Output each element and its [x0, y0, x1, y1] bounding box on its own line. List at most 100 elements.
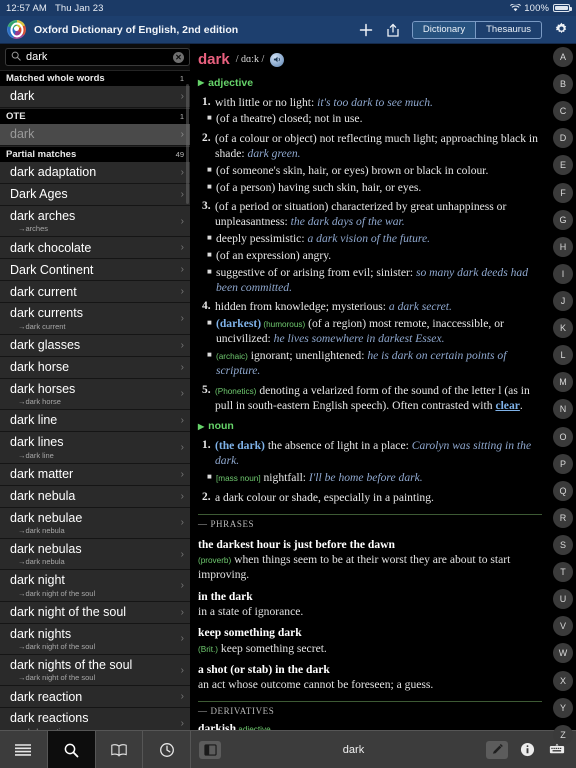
- current-word-label: dark: [342, 743, 365, 756]
- list-item-crossref: dark night of the soul: [10, 589, 177, 598]
- sense: 5. (Phonetics) denoting a velarized form…: [198, 383, 542, 414]
- list-item[interactable]: dark nights of the souldark night of the…: [0, 655, 190, 687]
- alpha-index-o[interactable]: O: [553, 426, 573, 447]
- alphabet-index-rail[interactable]: ABCDEFGHIJKLMNOPQRSTUVWXYZ: [550, 44, 576, 748]
- alpha-index-y[interactable]: Y: [553, 697, 573, 718]
- alpha-index-l[interactable]: L: [553, 345, 573, 366]
- list-item[interactable]: dark nightdark night of the soul›: [0, 570, 190, 602]
- list-item[interactable]: dark horse ›: [0, 356, 190, 379]
- sense-body: hidden from knowledge; mysterious: a dar…: [215, 299, 542, 314]
- alpha-index-h[interactable]: H: [553, 236, 573, 257]
- alpha-index-a[interactable]: A: [553, 47, 573, 67]
- disclosure-triangle-icon[interactable]: ▶: [198, 78, 204, 89]
- list-item-text: dark night of the soul: [10, 605, 177, 619]
- pencil-icon[interactable]: [486, 740, 508, 759]
- tab-dictionary[interactable]: Dictionary: [412, 21, 476, 38]
- cross-reference-link[interactable]: clear: [495, 399, 519, 412]
- tab-thesaurus[interactable]: Thesaurus: [475, 21, 541, 38]
- list-item[interactable]: dark currentsdark current›: [0, 303, 190, 335]
- mode-segmented-control[interactable]: Dictionary Thesaurus: [411, 20, 542, 39]
- list-item[interactable]: dark nebula ›: [0, 485, 190, 508]
- list-item[interactable]: dark reaction ›: [0, 686, 190, 709]
- sense: 1. with little or no light: it's too dark…: [198, 95, 542, 110]
- list-item[interactable]: dark horsesdark horse›: [0, 378, 190, 411]
- bottom-tab-book[interactable]: [96, 731, 144, 768]
- list-item[interactable]: dark linesdark line›: [0, 432, 190, 464]
- alpha-index-m[interactable]: M: [553, 372, 573, 393]
- list-item[interactable]: dark nebulaedark nebula›: [0, 507, 190, 539]
- phrase-entry: a shot (or stab) in the dark an act whose…: [198, 662, 542, 693]
- speaker-icon[interactable]: [270, 52, 285, 67]
- alpha-index-k[interactable]: K: [553, 318, 573, 339]
- alpha-index-d[interactable]: D: [553, 128, 573, 149]
- bottom-tab-search[interactable]: [47, 731, 96, 768]
- list-item[interactable]: dark chocolate ›: [0, 237, 190, 260]
- alpha-index-z[interactable]: Z: [553, 724, 573, 745]
- disclosure-triangle-icon[interactable]: ▶: [198, 422, 204, 433]
- sidebar-scrollbar[interactable]: [186, 84, 189, 204]
- alpha-index-e[interactable]: E: [553, 155, 573, 176]
- list-item[interactable]: dark ›: [0, 124, 190, 146]
- bottom-tab-history[interactable]: [143, 731, 190, 768]
- list-item-word: Dark Continent: [10, 262, 94, 277]
- share-icon[interactable]: [385, 22, 401, 38]
- subsense-text: (of someone's skin, hair, or eyes) brown…: [216, 163, 489, 177]
- list-item[interactable]: dark night of the soul ›: [0, 601, 190, 624]
- alpha-index-p[interactable]: P: [553, 453, 573, 474]
- clear-icon[interactable]: ✕: [173, 51, 184, 63]
- app-root: 12:57 AM Thu Jan 23 100% Oxford Dictiona…: [0, 0, 576, 768]
- list-item-text: dark chocolate: [10, 241, 177, 255]
- list-item[interactable]: dark ›: [0, 86, 190, 108]
- alpha-index-t[interactable]: T: [553, 562, 573, 583]
- alpha-index-c[interactable]: C: [553, 101, 573, 122]
- list-item[interactable]: Dark Ages ›: [0, 184, 190, 206]
- list-item[interactable]: dark archesarches›: [0, 206, 190, 238]
- alpha-index-w[interactable]: W: [553, 643, 573, 664]
- alpha-index-j[interactable]: J: [553, 290, 573, 311]
- list-item[interactable]: dark nebulasdark nebula›: [0, 538, 190, 571]
- subsense-body: (darkest) (humorous) (of a region) most …: [216, 316, 542, 347]
- list-item[interactable]: Dark Continent ›: [0, 259, 190, 282]
- chevron-right-icon: ›: [180, 490, 184, 502]
- list-item[interactable]: dark line ›: [0, 410, 190, 433]
- search-field-wrap[interactable]: ✕: [5, 48, 190, 66]
- alpha-index-i[interactable]: I: [553, 263, 573, 284]
- alpha-index-v[interactable]: V: [553, 616, 573, 637]
- battery-icon: [553, 4, 572, 12]
- usage-label: (Phonetics): [215, 386, 257, 396]
- search-input[interactable]: [26, 51, 168, 63]
- definition-panel: dark / dɑːk / ▶ adjective 1. with little …: [190, 44, 576, 748]
- subsense-body: (of a theatre) closed; not in use.: [216, 111, 542, 126]
- bottom-tab-list[interactable]: [0, 731, 48, 768]
- list-item-word: dark night of the soul: [10, 604, 127, 619]
- list-item[interactable]: dark glasses ›: [0, 334, 190, 357]
- alpha-index-f[interactable]: F: [553, 182, 573, 203]
- section-count: 1: [179, 74, 184, 83]
- list-item[interactable]: dark matter ›: [0, 463, 190, 486]
- list-item[interactable]: dark adaptation ›: [0, 162, 190, 184]
- list-item[interactable]: dark nightsdark night of the soul›: [0, 623, 190, 655]
- alpha-index-q[interactable]: Q: [553, 480, 573, 501]
- list-item[interactable]: dark current ›: [0, 281, 190, 304]
- chevron-right-icon: ›: [180, 286, 184, 298]
- gear-icon[interactable]: [553, 22, 569, 38]
- sense-body: (of a colour or object) not reflecting m…: [215, 131, 542, 162]
- alpha-index-b[interactable]: B: [553, 74, 573, 95]
- word-list[interactable]: Matched whole words 1 dark › OTE 1 dark › Partia…: [0, 70, 190, 748]
- subsense: ■ (of a theatre) closed; not in use.: [198, 111, 542, 126]
- panel-toggle-icon[interactable]: [199, 740, 221, 759]
- alpha-index-x[interactable]: X: [553, 670, 573, 691]
- alpha-index-r[interactable]: R: [553, 507, 573, 528]
- add-button[interactable]: [358, 22, 374, 38]
- alpha-index-g[interactable]: G: [553, 209, 573, 230]
- alpha-index-u[interactable]: U: [553, 589, 573, 610]
- chevron-right-icon: ›: [180, 388, 184, 400]
- info-icon[interactable]: [516, 741, 538, 759]
- subsense: ■ (of someone's skin, hair, or eyes) brow…: [198, 163, 542, 178]
- chevron-right-icon: ›: [180, 633, 184, 645]
- alpha-index-n[interactable]: N: [553, 399, 573, 420]
- subsense: ■ deeply pessimistic: a dark vision of th…: [198, 231, 542, 246]
- subsense: ■ (archaic) ignorant; unenlightened: he i…: [198, 348, 542, 379]
- list-item-word: dark current: [10, 284, 77, 299]
- alpha-index-s[interactable]: S: [553, 534, 573, 555]
